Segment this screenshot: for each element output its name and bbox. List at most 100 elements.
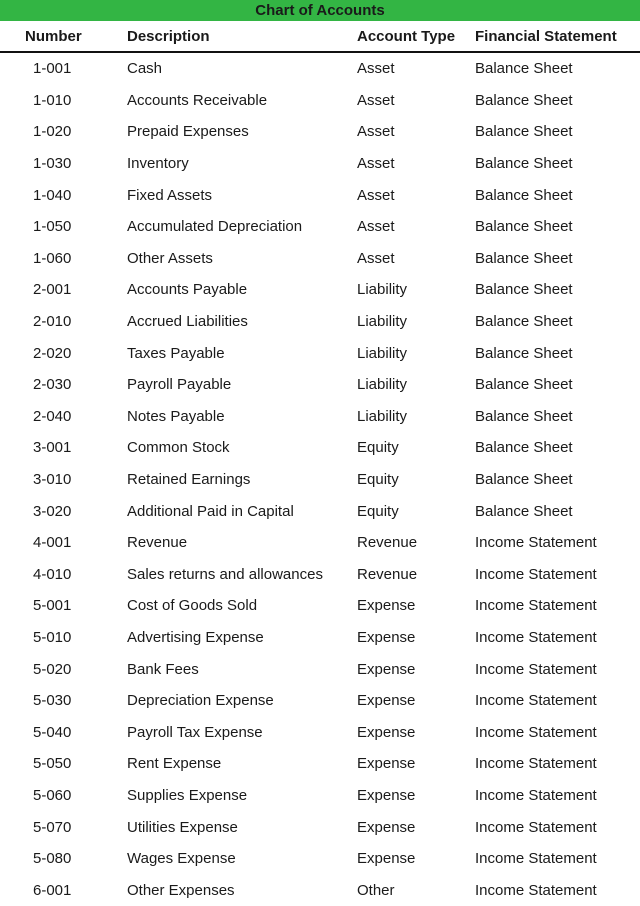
table-row: 4-010 Sales returns and allowances Revenue… [0,559,640,591]
cell-description: Other Expenses [127,881,235,899]
header-account-type: Account Type [357,27,456,45]
cell-number: 2-030 [33,376,72,394]
cell-description: Advertising Expense [127,628,264,646]
table-row: 1-001 Cash Asset Balance Sheet [0,53,640,85]
cell-account-type: Liability [357,313,408,331]
cell-financial-statement: Balance Sheet [475,60,573,78]
cell-financial-statement: Balance Sheet [475,344,573,362]
table-row: 4-001 Revenue Revenue Income Statement [0,527,640,559]
cell-account-type: Equity [357,471,399,489]
cell-financial-statement: Income Statement [475,692,597,710]
cell-description: Revenue [127,534,188,552]
cell-number: 3-010 [33,471,72,489]
table-row: 2-020 Taxes Payable Liability Balance Sheet [0,337,640,369]
table-row: 1-060 Other Assets Asset Balance Sheet [0,243,640,275]
cell-financial-statement: Balance Sheet [475,502,573,520]
cell-description: Bank Fees [127,660,199,678]
table-row: 5-040 Payroll Tax Expense Expense Income St… [0,716,640,748]
table-row: 5-050 Rent Expense Expense Income Statement [0,748,640,780]
cell-financial-statement: Balance Sheet [475,155,573,173]
cell-financial-statement: Income Statement [475,723,597,741]
cell-account-type: Expense [357,660,416,678]
cell-description: Wages Expense [127,850,236,868]
table-row: 1-010 Accounts Receivable Asset Balance She… [0,85,640,117]
cell-account-type: Liability [357,281,408,299]
cell-financial-statement: Income Statement [475,628,597,646]
table-row: 5-070 Utilities Expense Expense Income Stat… [0,811,640,843]
cell-financial-statement: Income Statement [475,850,597,868]
cell-financial-statement: Income Statement [475,786,597,804]
table-row: 3-020 Additional Paid in Capital Equity Bal… [0,495,640,527]
cell-number: 4-010 [33,565,72,583]
cell-account-type: Expense [357,628,416,646]
cell-account-type: Asset [357,186,395,204]
cell-description: Depreciation Expense [127,692,274,710]
table-row: 5-080 Wages Expense Expense Income Statemen… [0,843,640,875]
cell-account-type: Asset [357,218,395,236]
table-row: 3-010 Retained Earnings Equity Balance Shee… [0,464,640,496]
table-row: 5-060 Supplies Expense Expense Income State… [0,780,640,812]
table-row: 1-040 Fixed Assets Asset Balance Sheet [0,179,640,211]
cell-description: Cash [127,60,163,78]
cell-account-type: Liability [357,407,408,425]
cell-number: 1-060 [33,249,72,267]
header-financial-statement: Financial Statement [475,27,617,45]
cell-description: Payroll Tax Expense [127,723,263,741]
table-row: 2-030 Payroll Payable Liability Balance She… [0,369,640,401]
cell-description: Cost of Goods Sold [127,597,258,615]
table-row: 1-020 Prepaid Expenses Asset Balance Sheet [0,116,640,148]
cell-description: Fixed Assets [127,186,213,204]
cell-description: Retained Earnings [127,471,251,489]
cell-number: 3-020 [33,502,72,520]
cell-number: 1-001 [33,60,72,78]
cell-number: 2-010 [33,313,72,331]
cell-number: 1-040 [33,186,72,204]
cell-description: Utilities Expense [127,818,238,836]
cell-financial-statement: Income Statement [475,565,597,583]
cell-financial-statement: Balance Sheet [475,249,573,267]
cell-financial-statement: Income Statement [475,597,597,615]
table-row: 2-040 Notes Payable Liability Balance Sheet [0,401,640,433]
cell-number: 3-001 [33,439,72,457]
cell-account-type: Revenue [357,534,418,552]
cell-account-type: Revenue [357,565,418,583]
cell-description: Notes Payable [127,407,225,425]
cell-number: 1-010 [33,91,72,109]
cell-number: 2-001 [33,281,72,299]
cell-financial-statement: Balance Sheet [475,376,573,394]
cell-account-type: Asset [357,91,395,109]
cell-description: Inventory [127,155,189,173]
cell-financial-statement: Balance Sheet [475,439,573,457]
cell-description: Supplies Expense [127,786,248,804]
cell-description: Payroll Payable [127,376,232,394]
cell-number: 2-020 [33,344,72,362]
cell-number: 5-060 [33,786,72,804]
header-number: Number [25,27,82,45]
cell-number: 2-040 [33,407,72,425]
cell-number: 5-050 [33,755,72,773]
table-row: 1-030 Inventory Asset Balance Sheet [0,148,640,180]
cell-description: Common Stock [127,439,230,457]
cell-account-type: Other [357,881,395,899]
table-header: Number Description Account Type Financia… [0,21,640,53]
table-row: 1-050 Accumulated Depreciation Asset Balanc… [0,211,640,243]
table-row: 5-001 Cost of Goods Sold Expense Income Sta… [0,590,640,622]
cell-account-type: Asset [357,60,395,78]
cell-number: 5-030 [33,692,72,710]
cell-number: 5-001 [33,597,72,615]
cell-account-type: Expense [357,692,416,710]
cell-financial-statement: Balance Sheet [475,186,573,204]
cell-financial-statement: Balance Sheet [475,123,573,141]
cell-account-type: Expense [357,597,416,615]
cell-description: Other Assets [127,249,213,267]
cell-number: 6-001 [33,881,72,899]
cell-account-type: Liability [357,344,408,362]
cell-number: 5-080 [33,850,72,868]
cell-description: Accumulated Depreciation [127,218,303,236]
cell-financial-statement: Balance Sheet [475,218,573,236]
cell-description: Rent Expense [127,755,222,773]
cell-number: 1-020 [33,123,72,141]
cell-account-type: Expense [357,818,416,836]
cell-account-type: Liability [357,376,408,394]
table-body: 1-001 Cash Asset Balance Sheet 1-010 Accounts… [0,53,640,906]
